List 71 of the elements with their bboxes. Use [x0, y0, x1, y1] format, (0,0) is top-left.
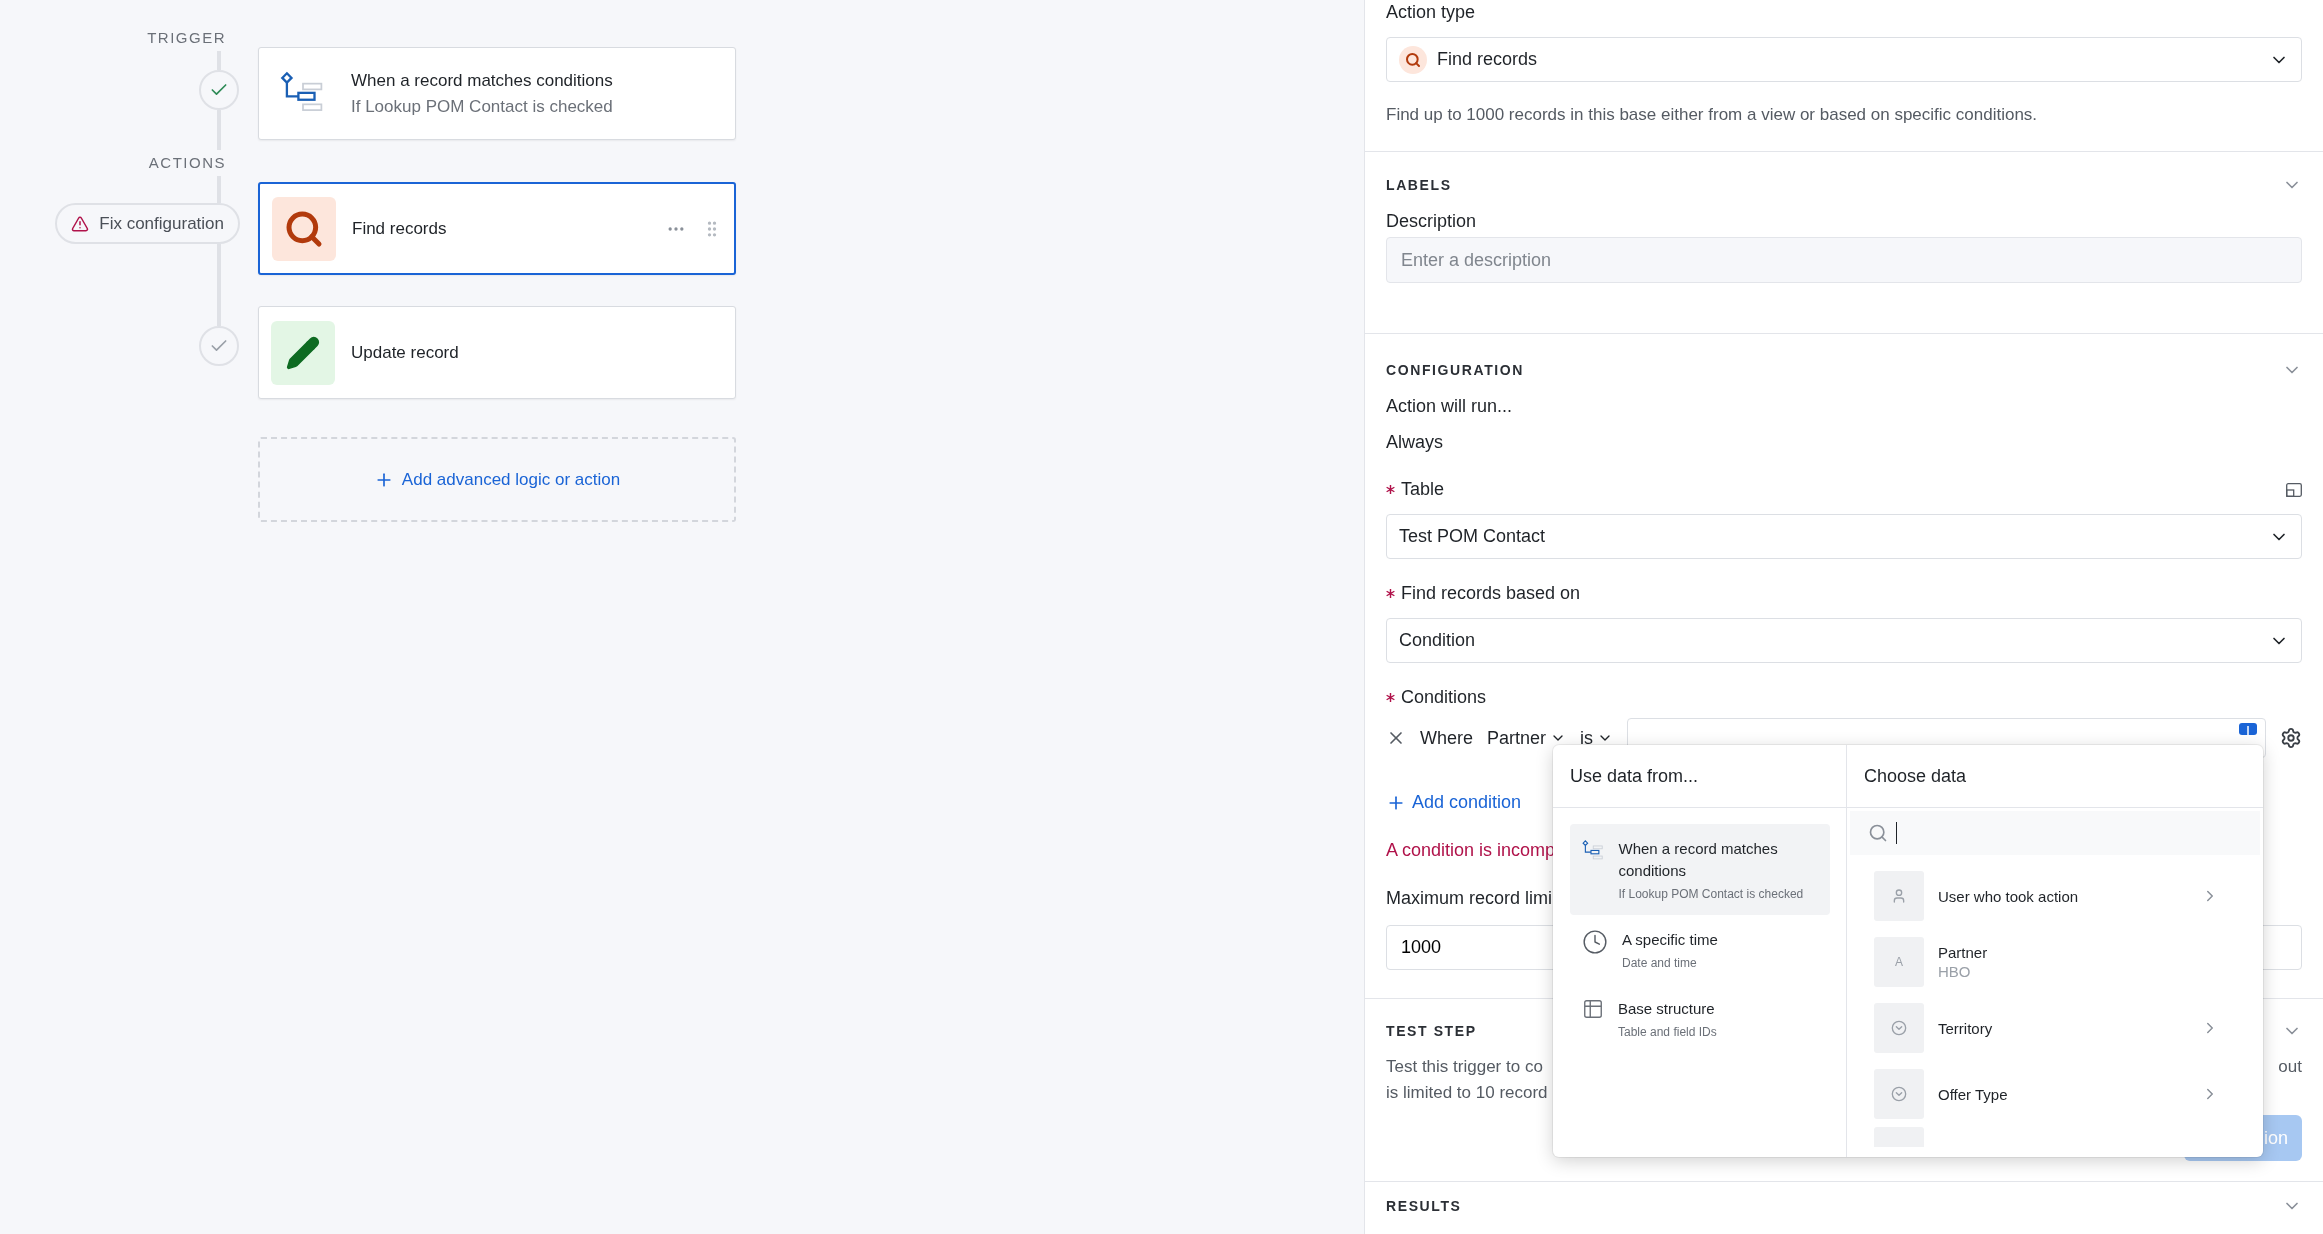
error-message: A condition is incomp	[1386, 840, 1556, 861]
table-icon	[1582, 998, 1604, 1020]
section-title: TEST STEP	[1386, 1023, 1477, 1039]
section-title: LABELS	[1386, 177, 1452, 193]
column-header: Choose data	[1847, 745, 2263, 808]
fix-configuration-button[interactable]: Fix configuration	[55, 203, 240, 244]
source-item[interactable]: A specific time Date and time	[1570, 915, 1830, 984]
field-name: Offer Type	[1938, 1085, 2009, 1103]
field-label: Action will run...	[1386, 396, 1514, 417]
required-icon	[1386, 693, 1395, 702]
source-subtitle: Date and time	[1622, 956, 1698, 970]
add-action-button[interactable]: Add advanced logic or action	[258, 437, 736, 522]
section-title: RESULTS	[1386, 1198, 1462, 1214]
field-label: Conditions	[1386, 687, 2302, 708]
action-card[interactable]: Find records	[258, 182, 736, 275]
field-value: HBO	[1938, 963, 1972, 980]
section-label: TRIGGER	[147, 28, 226, 48]
card-subtitle: If Lookup POM Contact is checked	[351, 96, 614, 117]
card-title: Update record	[351, 342, 460, 363]
data-field-item[interactable]: User who took action	[1847, 863, 2263, 929]
source-item[interactable]: Base structure Table and field IDs	[1570, 984, 1830, 1053]
search-icon	[1868, 823, 1888, 843]
field-type-glyph: A	[1874, 937, 1924, 987]
field-label: Maximum record limi	[1386, 888, 1553, 909]
field-name: Partner	[1938, 944, 1989, 961]
field-label: Table	[1386, 479, 1445, 500]
table-select[interactable]: Test POM Contact	[1386, 514, 2302, 559]
search-icon	[1405, 51, 1421, 68]
person-icon	[1891, 888, 1907, 904]
column-header: Use data from...	[1553, 745, 1846, 808]
field-label: Action type	[1386, 2, 1477, 23]
description-field[interactable]: Enter a description	[1386, 237, 2302, 283]
help-text: Test this trigger to co	[1386, 1057, 1544, 1077]
data-field-item[interactable]: A Partner HBO	[1847, 929, 2263, 995]
card-title: When a record matches conditions	[351, 70, 614, 91]
source-title: When a record matches conditions	[1618, 839, 1779, 881]
insert-data-icon[interactable]	[2239, 723, 2257, 735]
dropdown-circle-icon	[1891, 1086, 1907, 1102]
field-name: User who took action	[1938, 887, 2080, 905]
panel-icon[interactable]	[2286, 482, 2302, 497]
source-item[interactable]: When a record matches conditions If Lookup POM Contact is checked	[1570, 824, 1830, 915]
trigger-card[interactable]: When a record matches conditions If Lookup POM Contact is checked	[258, 47, 736, 140]
field-label: Find records based on	[1386, 583, 2302, 604]
source-subtitle: If Lookup POM Contact is checked	[1618, 887, 1805, 901]
required-icon	[1386, 485, 1395, 494]
section-label: ACTIONS	[148, 153, 226, 173]
dropdown-circle-icon	[1891, 1020, 1907, 1036]
card-title: Find records	[352, 218, 448, 239]
required-icon	[1386, 589, 1395, 598]
source-subtitle: Table and field IDs	[1618, 1025, 1717, 1039]
clock-icon	[1582, 929, 1608, 955]
help-text: out	[2278, 1057, 2302, 1078]
section-title: CONFIGURATION	[1386, 362, 1524, 378]
field-value: Always	[1386, 432, 1444, 453]
search-field[interactable]	[1850, 811, 2260, 855]
description-text: Find up to 1000 records in this base either from a view or based on specific conditions.	[1386, 105, 2039, 125]
data-field-item[interactable]: Territory	[1847, 995, 2263, 1061]
source-title: Base structure	[1618, 999, 1716, 1019]
source-title: A specific time	[1622, 930, 1718, 950]
data-field-item[interactable]: Offer Type	[1847, 1061, 2263, 1127]
action-card[interactable]: Update record	[258, 306, 736, 399]
field-name: Territory	[1938, 1019, 1994, 1037]
pencil-icon	[285, 334, 321, 371]
add-condition-link[interactable]: Add condition	[1386, 792, 1522, 813]
settings-icon[interactable]	[2280, 727, 2302, 749]
based-on-select[interactable]: Condition	[1386, 618, 2302, 663]
warning-icon	[71, 214, 90, 233]
action-type-select[interactable]: Find records	[1386, 37, 2302, 82]
where-label: Where	[1420, 727, 1473, 749]
help-text: is limited to 10 record	[1386, 1083, 1548, 1103]
field-label: Description	[1386, 211, 1478, 232]
